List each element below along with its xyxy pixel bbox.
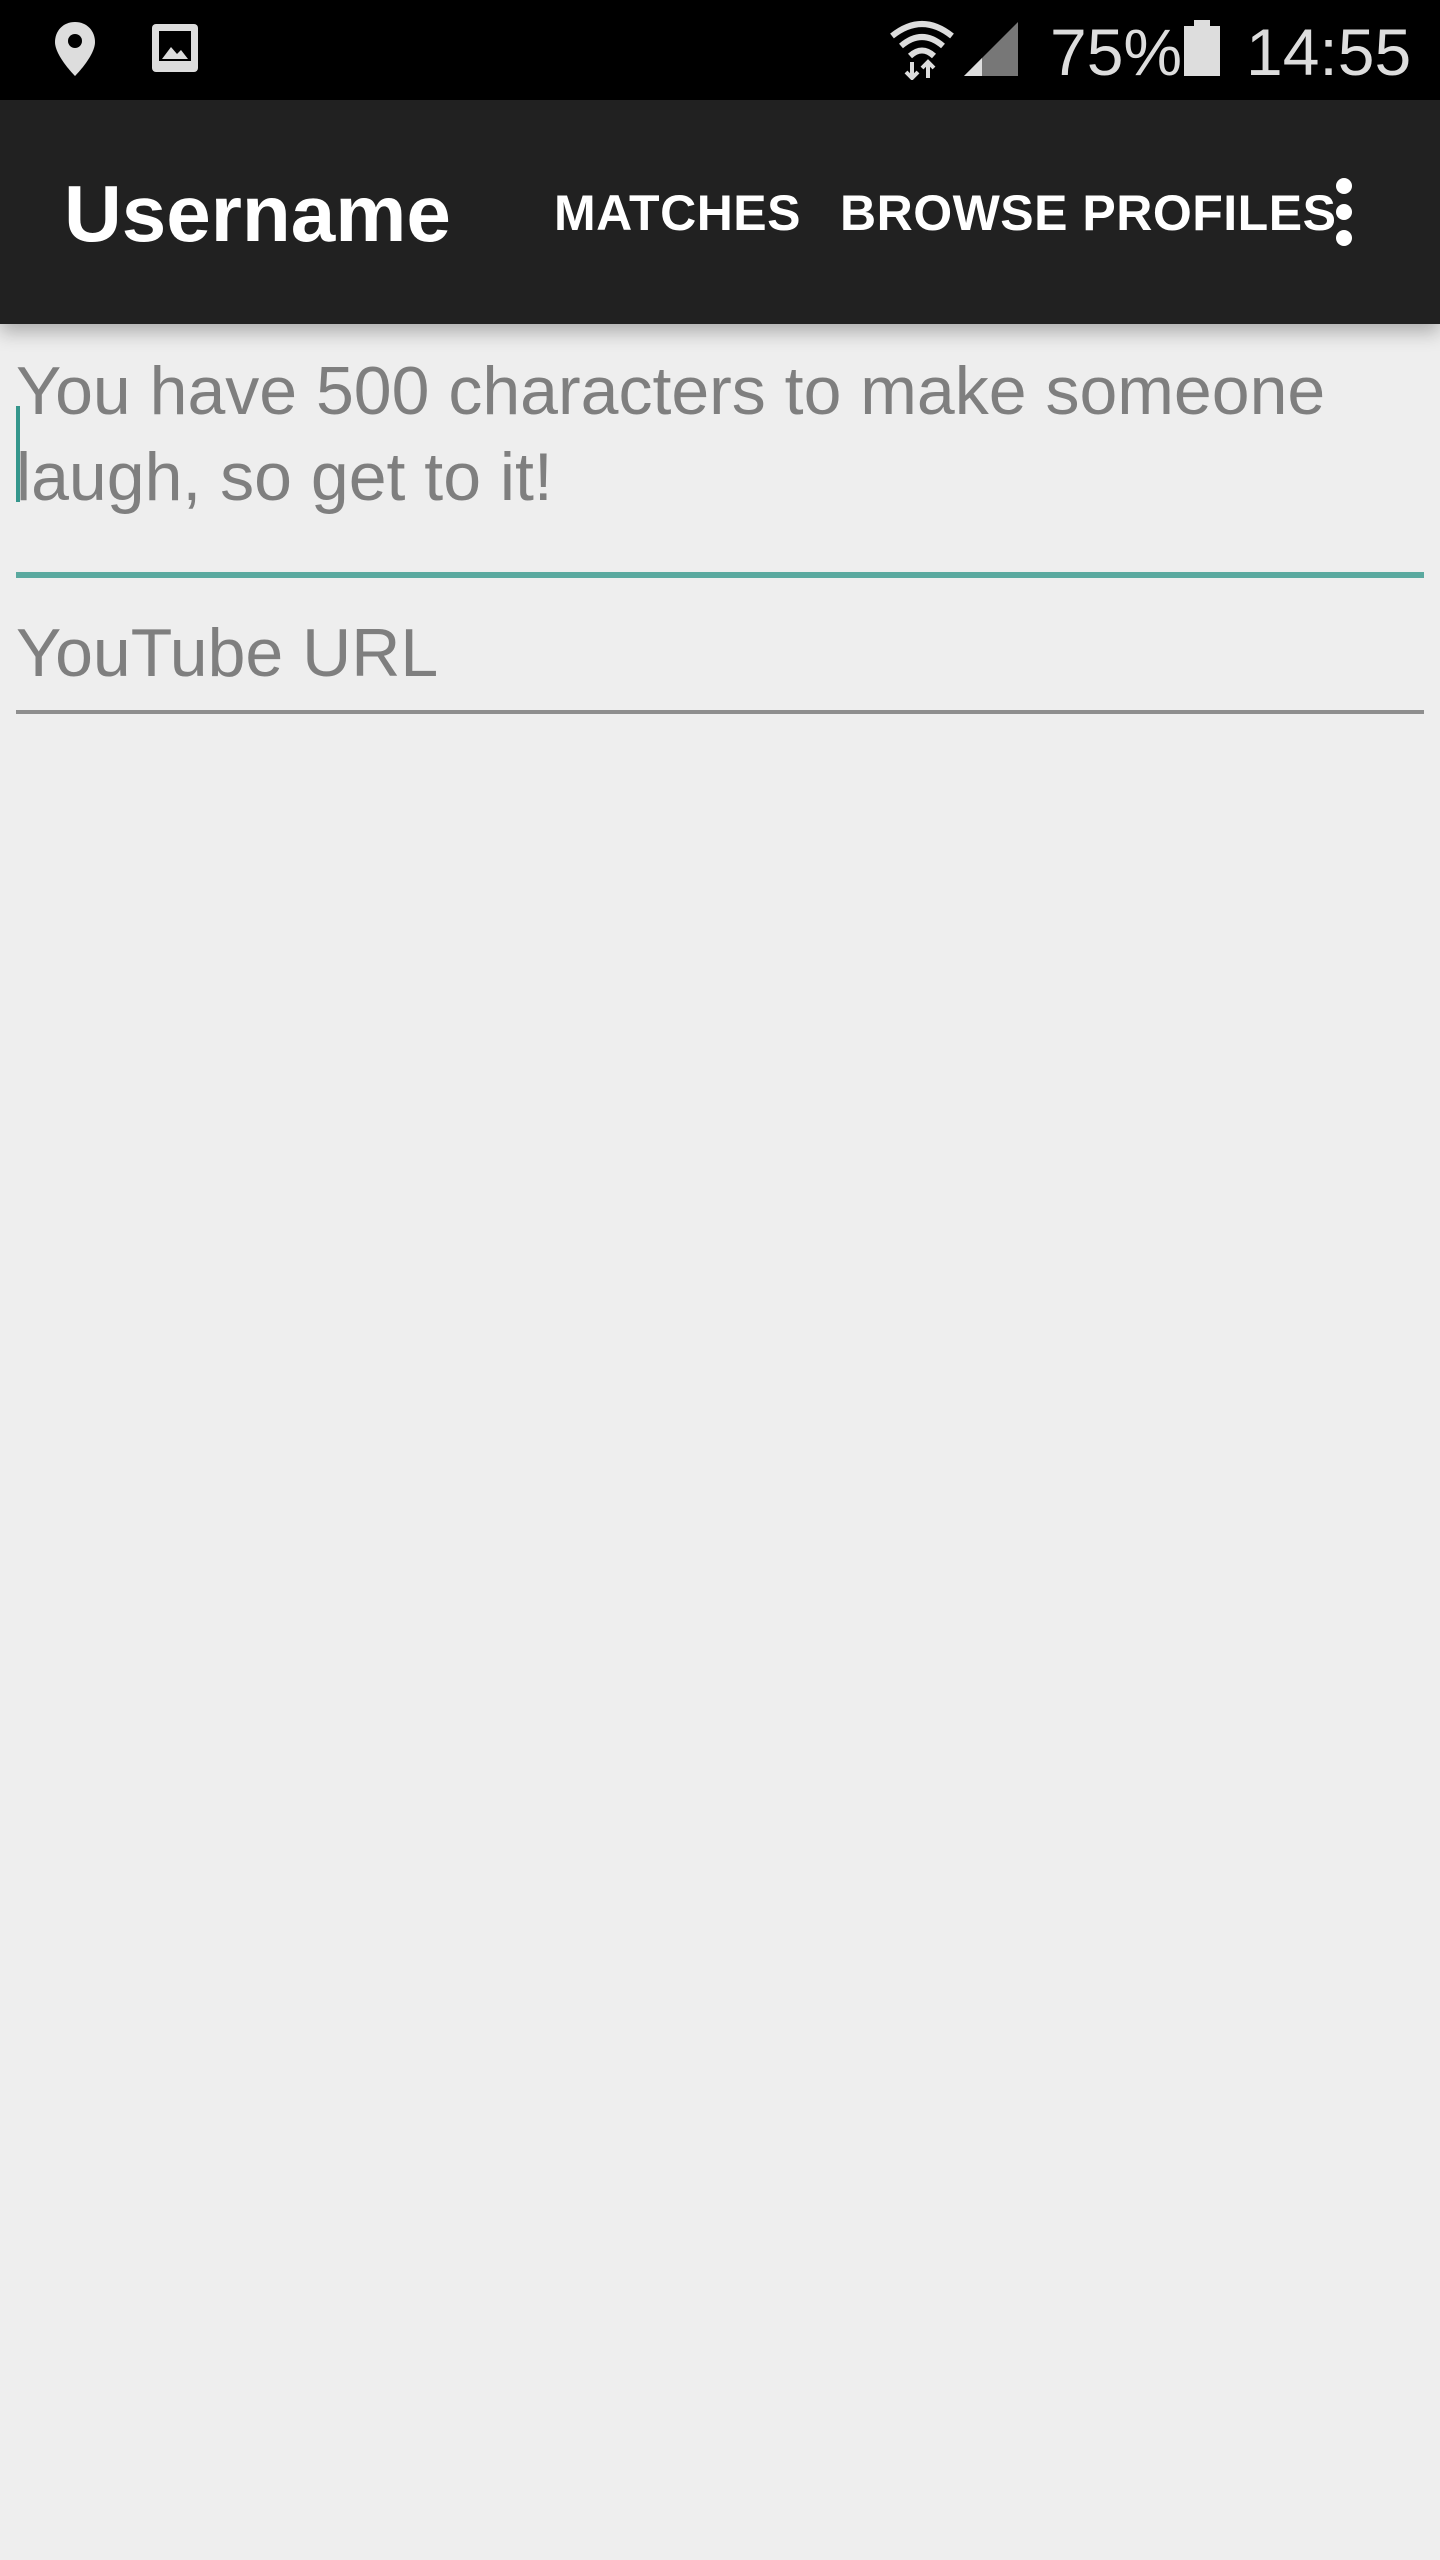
- wifi-icon: [888, 16, 956, 85]
- youtube-url-field[interactable]: YouTube URL: [16, 596, 1424, 718]
- matches-button[interactable]: MATCHES: [554, 178, 801, 248]
- clock: 14:55: [1246, 15, 1412, 89]
- text-cursor: [16, 406, 20, 502]
- battery-icon: [1182, 20, 1222, 83]
- more-vert-icon[interactable]: [1316, 170, 1372, 254]
- app-bar: Username MATCHES BROWSE PROFILES: [0, 100, 1440, 324]
- message-placeholder: You have 500 characters to make someone …: [16, 353, 1326, 515]
- message-field[interactable]: You have 500 characters to make someone …: [16, 348, 1424, 582]
- browse-profiles-button[interactable]: BROWSE PROFILES: [840, 178, 1336, 248]
- profile-form: You have 500 characters to make someone …: [0, 324, 1440, 2560]
- signal-icon: [962, 20, 1020, 83]
- youtube-url-placeholder: YouTube URL: [16, 615, 439, 691]
- gallery-icon: [150, 22, 200, 79]
- message-underline: [16, 572, 1424, 578]
- status-bar: 75% 14:55: [0, 0, 1440, 100]
- youtube-url-underline: [16, 710, 1424, 714]
- battery-percent: 75%: [1050, 15, 1183, 89]
- location-icon: [52, 20, 98, 83]
- app-title: Username: [64, 169, 451, 258]
